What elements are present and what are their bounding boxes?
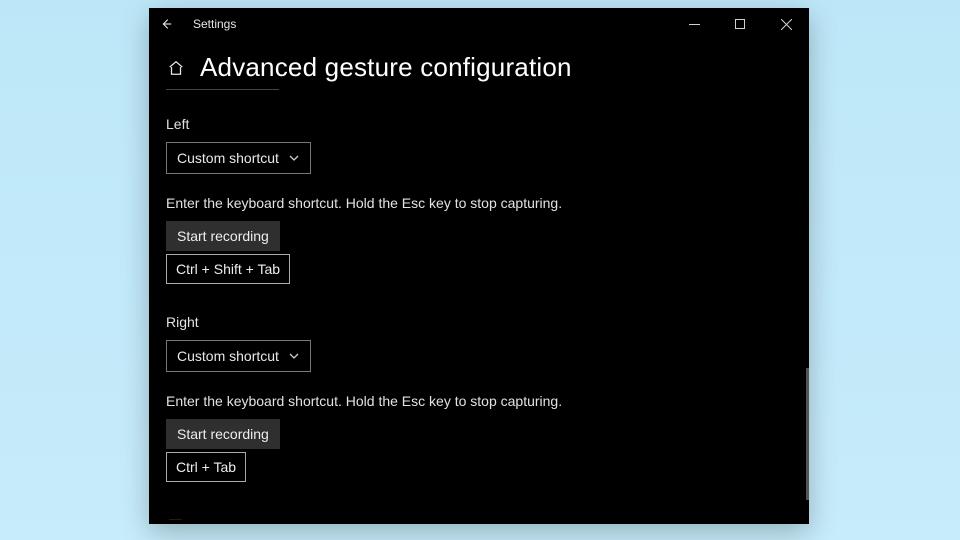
header-underline [166, 89, 279, 90]
close-button[interactable] [763, 8, 809, 40]
window-controls [671, 8, 809, 40]
minimize-icon [689, 19, 700, 30]
right-recording-block: Start recording Ctrl + Tab [166, 409, 796, 482]
titlebar: Settings [149, 8, 809, 40]
start-recording-button-left[interactable]: Start recording [166, 221, 280, 251]
chat-help-icon [166, 516, 184, 520]
chevron-down-icon [289, 153, 300, 164]
section-label-right: Right [166, 314, 796, 330]
shortcut-display-left[interactable]: Ctrl + Shift + Tab [166, 254, 290, 284]
instruction-left: Enter the keyboard shortcut. Hold the Es… [166, 195, 796, 211]
left-recording-block: Start recording Ctrl + Shift + Tab [166, 211, 796, 284]
chevron-down-icon [289, 351, 300, 362]
content-area: Advanced gesture configuration Left Cust… [166, 52, 796, 520]
minimize-button[interactable] [671, 8, 717, 40]
dropdown-left-selected: Custom shortcut [177, 150, 279, 166]
section-label-left: Left [166, 116, 796, 132]
page-header: Advanced gesture configuration [166, 52, 796, 83]
window-title: Settings [193, 17, 236, 31]
arrow-left-icon [159, 17, 173, 31]
home-icon [167, 59, 185, 77]
dropdown-right-action[interactable]: Custom shortcut [166, 340, 311, 372]
get-help-label: Get help [196, 517, 249, 520]
close-icon [781, 19, 792, 30]
get-help-link[interactable]: Get help [166, 516, 796, 520]
home-button[interactable] [166, 58, 186, 78]
scrollbar-thumb[interactable] [806, 368, 809, 500]
back-button[interactable] [149, 8, 183, 40]
dropdown-right-selected: Custom shortcut [177, 348, 279, 364]
maximize-button[interactable] [717, 8, 763, 40]
settings-window: Settings Advanced gesture configuration [149, 8, 809, 524]
dropdown-left-action[interactable]: Custom shortcut [166, 142, 311, 174]
shortcut-display-right[interactable]: Ctrl + Tab [166, 452, 246, 482]
maximize-icon [735, 19, 745, 29]
page-title: Advanced gesture configuration [200, 52, 572, 83]
start-recording-button-right[interactable]: Start recording [166, 419, 280, 449]
instruction-right: Enter the keyboard shortcut. Hold the Es… [166, 393, 796, 409]
